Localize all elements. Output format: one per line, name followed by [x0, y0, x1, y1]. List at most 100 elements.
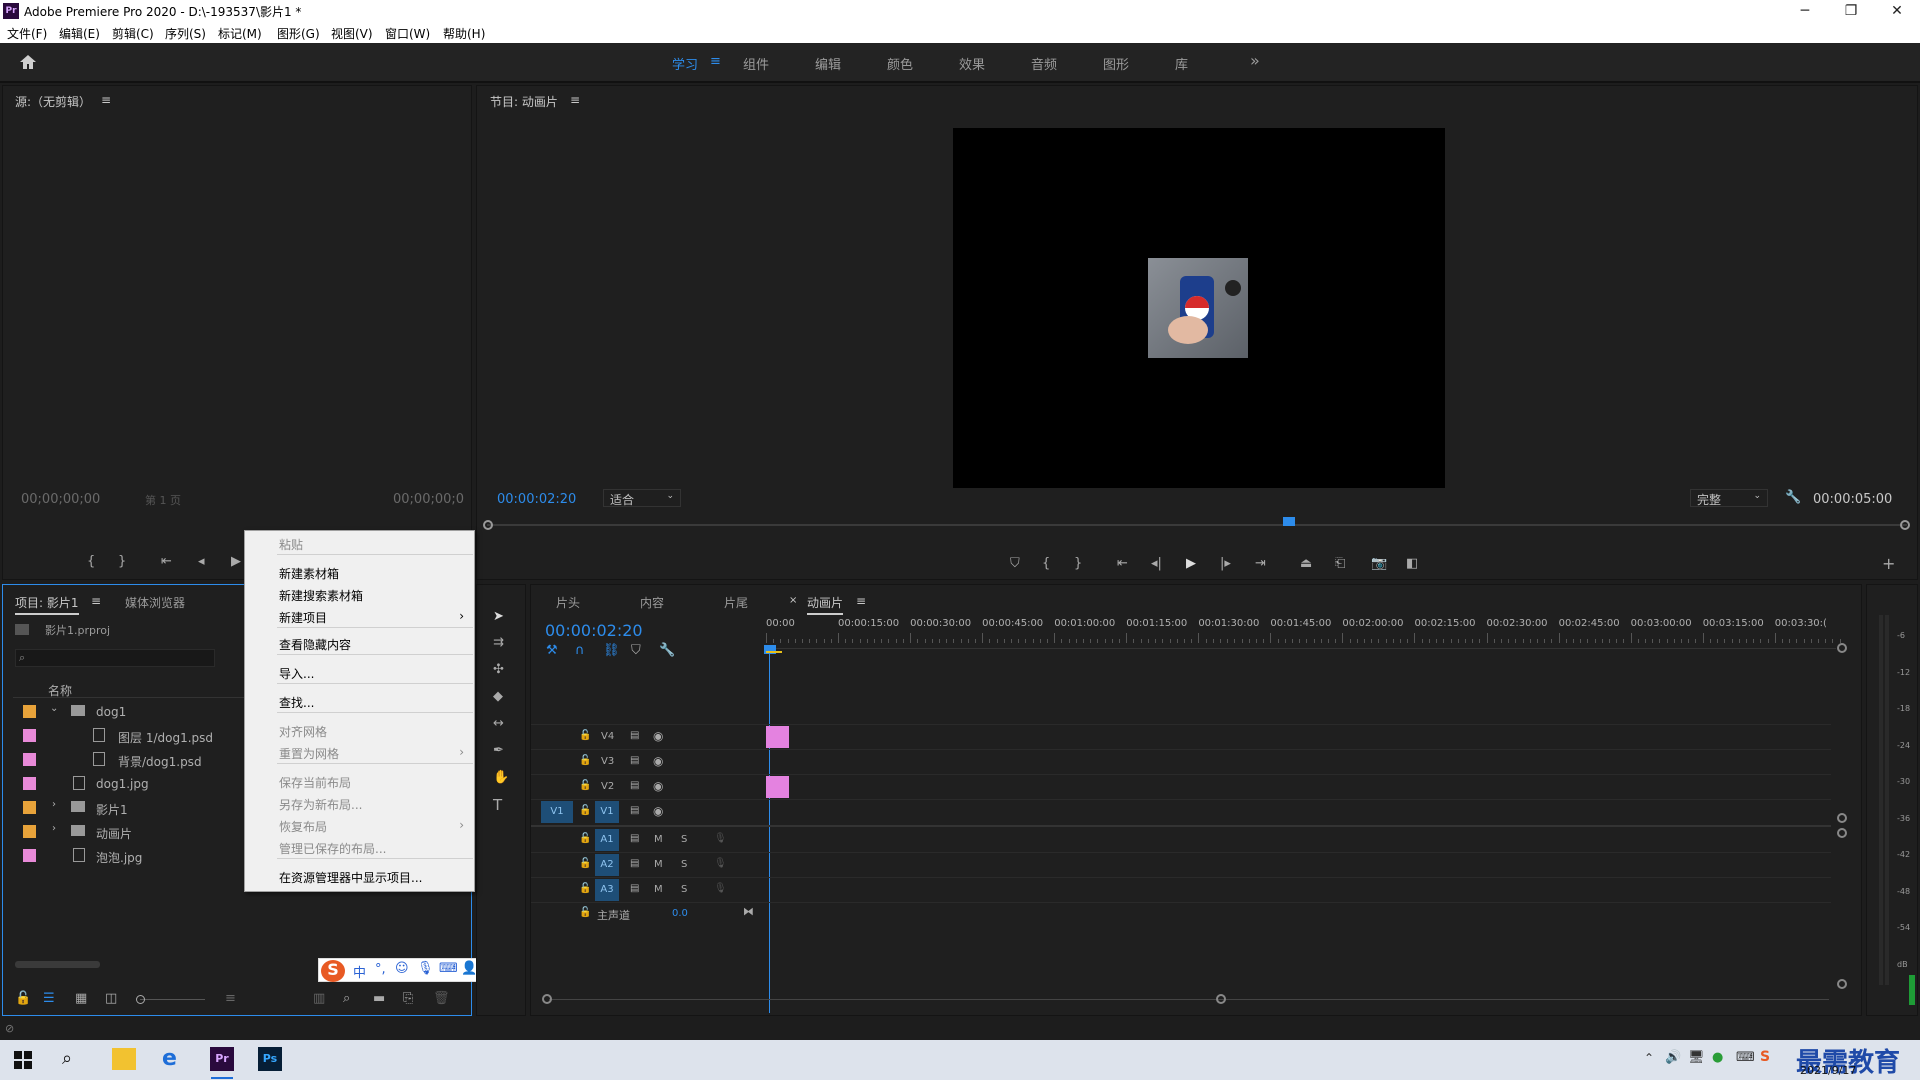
- panel-menu-icon[interactable]: ≡: [856, 594, 866, 608]
- workspace-tab-effects[interactable]: 效果: [959, 54, 985, 73]
- eye-icon[interactable]: ◉: [653, 729, 663, 743]
- restore-button[interactable]: ❐: [1828, 0, 1874, 22]
- program-panel-title[interactable]: 节目: 动画片: [490, 93, 558, 110]
- menu-item-restore-layout[interactable]: 恢复布局: [279, 818, 327, 835]
- project-search-input[interactable]: ⌕: [15, 649, 215, 667]
- microphone-icon[interactable]: 🎙: [417, 961, 434, 976]
- camera-icon[interactable]: 📷: [1371, 556, 1387, 572]
- menu-clip[interactable]: 剪辑(C): [112, 25, 154, 42]
- zoom-slider-handle[interactable]: [136, 995, 145, 1004]
- security-icon[interactable]: ●: [1712, 1050, 1723, 1065]
- menu-item-save-layout[interactable]: 保存当前布局: [279, 774, 351, 791]
- minimize-button[interactable]: ─: [1782, 0, 1828, 22]
- go-to-in-icon[interactable]: ⇤: [161, 554, 172, 570]
- timeline-zoom-scrollbar[interactable]: [549, 999, 1829, 1000]
- selection-tool-icon[interactable]: ➤: [493, 609, 504, 625]
- step-back-icon[interactable]: ◂: [198, 554, 205, 570]
- list-item[interactable]: ⌄ dog1: [13, 700, 245, 724]
- search-icon[interactable]: ⌕: [62, 1048, 72, 1069]
- scrub-end-handle[interactable]: [1900, 520, 1910, 530]
- sync-lock-icon[interactable]: ▤: [630, 755, 639, 766]
- razor-tool-icon[interactable]: ◆: [493, 689, 503, 705]
- track-label-v3[interactable]: V3: [601, 756, 614, 767]
- list-item[interactable]: 图层 1/dog1.psd: [13, 724, 245, 748]
- linked-selection-icon[interactable]: ⛓: [603, 643, 620, 659]
- lift-icon[interactable]: ⏏: [1300, 556, 1312, 572]
- type-tool-icon[interactable]: T: [493, 797, 502, 813]
- chevron-right-icon[interactable]: ›: [52, 799, 56, 810]
- menu-item-new-search-bin[interactable]: 新建搜索素材箱: [279, 587, 363, 604]
- keyboard-icon[interactable]: ⌨: [1736, 1050, 1755, 1065]
- workspace-tab-graphics[interactable]: 图形: [1103, 54, 1129, 73]
- panel-menu-icon[interactable]: ≡: [101, 93, 111, 107]
- label-color-swatch[interactable]: [23, 753, 36, 766]
- go-to-in-icon[interactable]: ⇤: [1117, 556, 1128, 572]
- mark-in-icon[interactable]: {: [1042, 556, 1050, 572]
- sogou-logo-icon[interactable]: S: [321, 960, 345, 982]
- mute-button[interactable]: M: [654, 884, 663, 895]
- freeform-view-icon[interactable]: ◫: [105, 991, 117, 1007]
- network-icon[interactable]: 🖥: [1688, 1050, 1705, 1065]
- play-icon[interactable]: ▶: [1186, 556, 1196, 572]
- source-panel-title[interactable]: 源:（无剪辑）: [15, 93, 91, 110]
- tab-project[interactable]: 项目: 影片1: [15, 594, 79, 615]
- wrench-icon[interactable]: 🔧: [1785, 490, 1801, 506]
- sync-lock-icon[interactable]: ▤: [630, 858, 639, 869]
- label-color-swatch[interactable]: [23, 801, 36, 814]
- menu-item-view-hidden[interactable]: 查看隐藏内容: [279, 636, 351, 653]
- icon-view-icon[interactable]: ▦: [75, 991, 87, 1007]
- nest-icon[interactable]: ⚒: [546, 643, 558, 659]
- premiere-taskbar-icon[interactable]: Pr: [210, 1047, 234, 1071]
- status-icon[interactable]: ⊘: [5, 1022, 14, 1035]
- sogou-tray-icon[interactable]: S: [1760, 1049, 1770, 1065]
- punctuation-icon[interactable]: °,: [375, 962, 386, 977]
- keyboard-icon[interactable]: ⌨: [439, 961, 458, 976]
- sync-lock-icon[interactable]: ▤: [630, 730, 639, 741]
- mute-button[interactable]: M: [654, 834, 663, 845]
- sync-lock-icon[interactable]: ▤: [630, 833, 639, 844]
- menu-help[interactable]: 帮助(H): [443, 25, 485, 42]
- search-icon[interactable]: ⌕: [343, 991, 350, 1007]
- track-select-tool-icon[interactable]: ⇉: [493, 635, 504, 651]
- edge-browser-icon[interactable]: e: [162, 1046, 177, 1071]
- more-workspaces-icon[interactable]: »: [1250, 51, 1260, 70]
- plus-icon[interactable]: +: [1882, 556, 1895, 572]
- clip-v2[interactable]: [766, 776, 789, 798]
- playback-resolution-dropdown[interactable]: 完整 ⌄: [1690, 489, 1768, 507]
- menu-marker[interactable]: 标记(M): [218, 25, 262, 42]
- lock-icon[interactable]: 🔓: [15, 991, 31, 1007]
- solo-button[interactable]: S: [681, 859, 687, 870]
- extract-icon[interactable]: ⎗: [1335, 556, 1345, 572]
- close-button[interactable]: ✕: [1874, 0, 1920, 22]
- mute-button[interactable]: M: [654, 859, 663, 870]
- track-label-v1[interactable]: V1: [595, 801, 619, 823]
- menu-graphics[interactable]: 图形(G): [277, 25, 320, 42]
- zoom-slider[interactable]: [140, 999, 205, 1000]
- menu-item-align-grid[interactable]: 对齐网格: [279, 723, 327, 740]
- work-area-bar[interactable]: [766, 651, 782, 653]
- track-label-a3[interactable]: A3: [595, 879, 619, 901]
- label-color-swatch[interactable]: [23, 729, 36, 742]
- go-to-out-icon[interactable]: ⇥: [1255, 556, 1266, 572]
- menu-item-save-new-layout[interactable]: 另存为新布局...: [279, 796, 362, 813]
- workspace-tab-audio[interactable]: 音频: [1031, 54, 1057, 73]
- horizontal-scrollbar[interactable]: [15, 961, 100, 968]
- trash-icon[interactable]: 🗑: [433, 991, 450, 1007]
- source-timecode[interactable]: 00;00;00;00: [21, 492, 100, 507]
- timeline-tab-animation[interactable]: 动画片: [807, 594, 844, 615]
- lock-icon[interactable]: 🔓: [579, 780, 591, 791]
- program-timecode[interactable]: 00:00:02:20: [497, 492, 576, 507]
- home-icon[interactable]: [18, 53, 38, 71]
- sync-lock-icon[interactable]: ▤: [630, 805, 639, 816]
- mark-out-icon[interactable]: }: [1074, 556, 1082, 572]
- eye-icon[interactable]: ◉: [653, 804, 663, 818]
- step-back-icon[interactable]: ◂|: [1151, 556, 1162, 572]
- file-explorer-icon[interactable]: [112, 1048, 136, 1070]
- program-playhead[interactable]: [1283, 517, 1296, 526]
- track-label-a1[interactable]: A1: [595, 829, 619, 851]
- snap-magnet-icon[interactable]: ∩: [575, 643, 585, 659]
- hand-tool-icon[interactable]: ✋: [493, 770, 509, 786]
- track-label-v4[interactable]: V4: [601, 731, 614, 742]
- microphone-icon[interactable]: 🎙: [714, 883, 727, 894]
- comparison-view-icon[interactable]: ◧: [1406, 556, 1418, 572]
